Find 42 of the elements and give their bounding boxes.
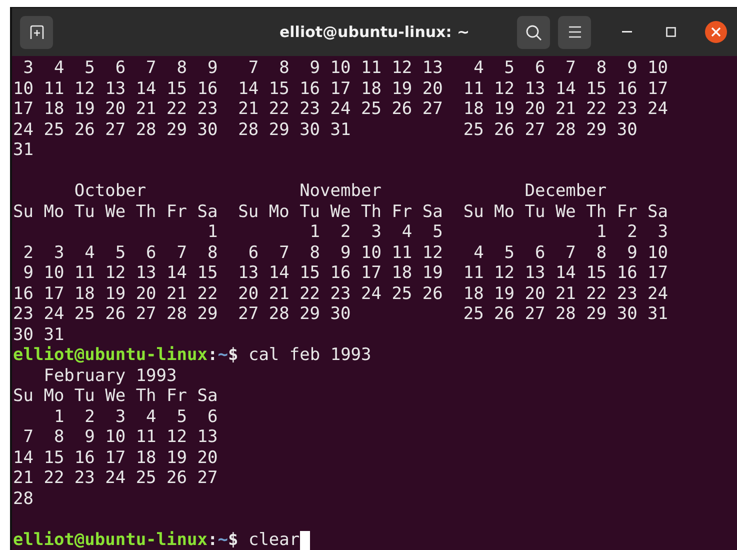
terminal-output-line: 10 11 12 13 14 15 16 14 15 16 17 18 19 20 11 12 13 14 15 16 17 <box>13 78 668 99</box>
terminal-output-line: 31 <box>13 140 34 160</box>
prompt-path: ~ <box>218 530 228 550</box>
prompt-user: elliot@ubuntu-linux <box>13 530 208 550</box>
prompt-path: ~ <box>218 345 228 366</box>
terminal-output-line: 21 22 23 24 25 26 27 <box>13 468 218 488</box>
terminal-output-line: October November December <box>73 181 607 202</box>
prompt-separator: : <box>207 345 218 366</box>
terminal-output-line: 1 1 2 3 4 5 1 2 3 <box>206 222 668 242</box>
window-title: elliot@ubuntu-linux: ~ <box>279 23 470 41</box>
terminal-output-line: Su Mo Tu We Th Fr Sa Su Mo Tu We Th Fr Sa Su Mo Tu We Th Fr Sa <box>13 202 668 222</box>
command-text: cal feb 1993 <box>247 345 372 366</box>
close-button[interactable] <box>705 21 727 43</box>
maximize-icon <box>666 27 676 37</box>
prompt-symbol: $ <box>228 345 238 366</box>
terminal-output-line: 28 <box>13 488 34 509</box>
terminal-output-line: 30 31 <box>13 324 64 345</box>
terminal-output-line: 17 18 19 20 21 22 23 21 22 23 24 25 26 27 18 19 20 21 22 23 24 <box>13 99 668 120</box>
menu-icon <box>568 26 582 38</box>
terminal-output-line: 1 2 3 4 5 6 <box>52 406 218 427</box>
prompt-user: elliot@ubuntu-linux <box>13 345 208 366</box>
terminal-output-line: 23 24 25 26 27 28 29 27 28 29 30 25 26 27 28 29 30 31 <box>13 304 668 324</box>
search-button[interactable] <box>517 16 550 48</box>
terminal-output-line: Su Mo Tu We Th Fr Sa <box>13 386 218 406</box>
search-icon <box>525 24 542 40</box>
terminal-output-line: 3 4 5 6 7 8 9 7 8 9 10 11 12 13 4 5 6 7 8 9 10 <box>22 58 668 78</box>
prompt-symbol: $ <box>228 530 238 550</box>
minimize-icon <box>622 31 632 33</box>
terminal-output-line: 24 25 26 27 28 29 30 28 29 30 31 25 26 27 28 29 30 <box>13 120 638 140</box>
terminal-output-line: 9 10 11 12 13 14 15 13 14 15 16 17 18 19 11 12 13 14 15 16 17 <box>22 263 668 284</box>
terminal-output-line: February 1993 <box>42 366 177 386</box>
prompt-separator: : <box>207 530 218 550</box>
new-tab-icon <box>28 24 44 40</box>
text-cursor <box>300 530 310 550</box>
terminal-output-line: 14 15 16 17 18 19 20 <box>13 448 218 468</box>
terminal-output-line: 2 3 4 5 6 7 8 6 7 8 9 10 11 12 4 5 6 7 8 9 10 <box>22 242 668 263</box>
menu-button[interactable] <box>558 16 591 48</box>
command-text: clear <box>247 530 300 550</box>
close-icon <box>711 27 721 37</box>
new-tab-button[interactable] <box>20 16 53 48</box>
terminal-output-line: 16 17 18 19 20 21 22 20 21 22 23 24 25 26 18 19 20 21 22 23 24 <box>13 284 668 304</box>
terminal-output-line: 7 8 9 10 11 12 13 <box>22 427 218 448</box>
